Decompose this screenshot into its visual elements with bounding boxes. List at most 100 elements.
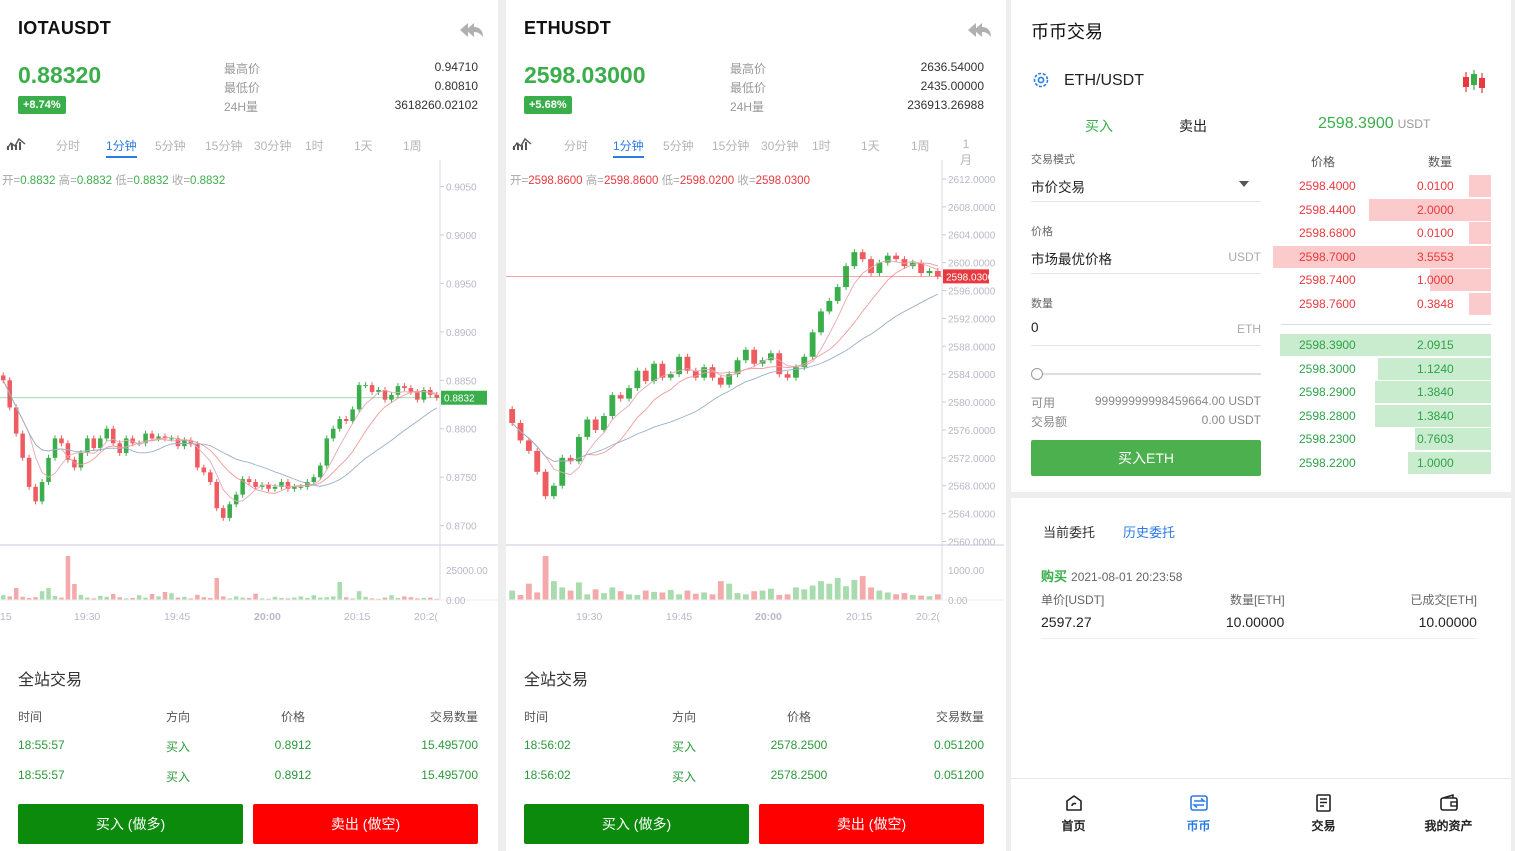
ask-row[interactable]: 2598.4400 2.0000 xyxy=(1273,198,1491,221)
timeframe-tab[interactable]: 30分钟 xyxy=(254,137,291,154)
bid-row[interactable]: 2598.2900 1.3840 xyxy=(1273,381,1491,404)
nav-spot[interactable]: 币币 xyxy=(1136,779,1261,851)
tab-current-orders[interactable]: 当前委托 xyxy=(1043,522,1095,541)
qty-slider[interactable] xyxy=(1031,368,1261,380)
candlestick-icon[interactable] xyxy=(1461,70,1487,94)
ohlc-open: 2598.8600 xyxy=(528,175,583,187)
trade-row: 18:56:02 买入 2578.2500 0.051200 xyxy=(524,738,984,755)
qty-value: 0 xyxy=(1031,320,1039,335)
nav-trade[interactable]: 交易 xyxy=(1261,779,1386,851)
ma-line xyxy=(2,380,438,487)
pair-name[interactable]: ETH/USDT xyxy=(1064,72,1144,90)
timeframe-tab[interactable]: 1天 xyxy=(354,137,373,154)
volume-bar xyxy=(659,592,666,600)
candle-body xyxy=(893,255,900,260)
timeframe-tab[interactable]: 30分钟 xyxy=(761,137,798,154)
book-price: 2598.7400 xyxy=(1299,273,1356,288)
candle-body xyxy=(542,471,549,497)
tab-history-orders[interactable]: 历史委托 xyxy=(1123,522,1175,541)
nav-label: 我的资产 xyxy=(1424,819,1473,833)
qty-input[interactable]: 0 ETH xyxy=(1031,320,1261,346)
ask-row[interactable]: 2598.7600 0.3848 xyxy=(1273,293,1491,315)
timeframe-tab-active[interactable]: 1分钟 xyxy=(106,137,137,158)
candle-body xyxy=(369,385,375,392)
timeframe-tab[interactable]: 15分钟 xyxy=(205,137,242,154)
volume-bar xyxy=(684,590,691,600)
nav-home[interactable]: 首页 xyxy=(1011,779,1136,851)
gear-icon[interactable] xyxy=(1031,70,1051,90)
stat-value: 236913.26988 xyxy=(907,98,984,112)
mode-select[interactable]: 市价交易 xyxy=(1031,176,1261,202)
price-field[interactable]: 市场最优价格 USDT xyxy=(1031,248,1261,274)
book-divider xyxy=(1281,324,1491,325)
order-col-qty: 数量[ETH] xyxy=(1230,593,1285,607)
timeframe-tab[interactable]: 1周 xyxy=(911,137,930,154)
sell-short-button[interactable]: 卖出 (做空) xyxy=(759,804,984,844)
ohlc-label: 开= xyxy=(2,175,21,187)
ask-row[interactable]: 2598.4000 0.0100 xyxy=(1273,175,1491,197)
share-icon[interactable] xyxy=(966,20,992,40)
buy-eth-button[interactable]: 买入ETH xyxy=(1031,440,1261,476)
candle-body xyxy=(767,353,774,361)
tab-sell[interactable]: 卖出 xyxy=(1179,116,1207,136)
tab-buy[interactable]: 买入 xyxy=(1085,116,1113,136)
buy-long-button[interactable]: 买入 (做多) xyxy=(524,804,749,844)
kline-chart[interactable]: 2612.0000 2608.0000 2604.0000 2600.0000 2596… xyxy=(506,160,1006,636)
timeframe-tab[interactable]: 5分钟 xyxy=(663,137,694,154)
bid-row[interactable]: 2598.3900 2.0915 xyxy=(1273,334,1491,356)
kline-chart[interactable]: 0.9050 0.9000 0.8950 0.8900 0.8850 0.8800 0.87… xyxy=(0,160,498,636)
price-tick-label: 0.8850 xyxy=(446,376,477,387)
bid-row[interactable]: 2598.2300 0.7603 xyxy=(1273,428,1491,451)
timeframe-tab[interactable]: 1周 xyxy=(403,137,422,154)
ask-row[interactable]: 2598.7000 3.5553 xyxy=(1273,245,1491,268)
orders-section: 当前委托 历史委托 购买 2021-08-01 20:23:58 单价[USDT]… xyxy=(1011,492,1511,778)
ask-row[interactable]: 2598.6800 0.0100 xyxy=(1273,222,1491,245)
bid-row[interactable]: 2598.2800 1.3840 xyxy=(1273,404,1491,427)
candle-body xyxy=(534,450,541,472)
indicator-icon[interactable] xyxy=(6,136,26,150)
ohlc-label: 收= xyxy=(171,175,191,187)
market-header: ETHUSDT 2598.03000 +5.68% 最高价 2636.54000 … xyxy=(506,0,1006,636)
stat-value: 2435.00000 xyxy=(920,79,984,93)
candle-body xyxy=(330,428,336,439)
ask-row[interactable]: 2598.7400 1.0000 xyxy=(1273,269,1491,292)
candle-body xyxy=(934,271,941,277)
slider-handle[interactable] xyxy=(1031,368,1043,380)
col-time: 时间 xyxy=(18,710,43,724)
share-icon[interactable] xyxy=(458,20,484,40)
timeframe-tab[interactable]: 分时 xyxy=(56,137,80,154)
nav-assets[interactable]: 我的资产 xyxy=(1386,779,1511,851)
timeframe-tab[interactable]: 1时 xyxy=(305,137,324,154)
volume-bar xyxy=(65,556,71,600)
bottom-nav: 首页 币币 交易 我的资产 xyxy=(1011,778,1511,851)
indicator-icon[interactable] xyxy=(512,136,532,150)
price-tick-label: 0.8750 xyxy=(446,473,477,484)
available-value: 99999999998459664.00 USDT xyxy=(1094,394,1261,408)
sell-short-button[interactable]: 卖出 (做空) xyxy=(253,804,478,844)
timeframe-tab[interactable]: 1时 xyxy=(812,137,831,154)
mode-value: 市价交易 xyxy=(1031,180,1085,195)
volume-bar xyxy=(110,594,116,600)
candle-body xyxy=(402,386,407,389)
timeframe-tab[interactable]: 1天 xyxy=(861,137,880,154)
ohlc-label: 低= xyxy=(115,175,134,187)
timeframe-tab[interactable]: 分时 xyxy=(564,137,588,154)
candle-body xyxy=(343,419,349,421)
book-price: 2598.2300 xyxy=(1299,432,1356,447)
bid-row[interactable]: 2598.3000 1.1240 xyxy=(1273,357,1491,380)
amount-value: 0.00 USDT xyxy=(1201,413,1261,427)
timeframe-tab[interactable]: 15分钟 xyxy=(712,137,749,154)
timeframe-tab-active[interactable]: 1分钟 xyxy=(613,137,644,158)
volume-bar xyxy=(136,595,142,600)
buy-long-button[interactable]: 买入 (做多) xyxy=(18,804,243,844)
volume-bar xyxy=(884,592,891,600)
volume-bar xyxy=(253,593,258,600)
candle-body xyxy=(626,388,632,399)
stat-label: 24H量 xyxy=(224,100,259,114)
timeframe-tab[interactable]: 5分钟 xyxy=(155,137,186,154)
time-tick-label: 20:15 xyxy=(846,611,872,623)
bid-row[interactable]: 2598.2200 1.0000 xyxy=(1273,452,1491,474)
trade-time: 18:56:02 xyxy=(524,768,571,782)
order-col-filled: 已成交[ETH] xyxy=(1410,593,1477,607)
market-panel-eth: ETHUSDT 2598.03000 +5.68% 最高价 2636.54000 … xyxy=(506,0,1006,851)
